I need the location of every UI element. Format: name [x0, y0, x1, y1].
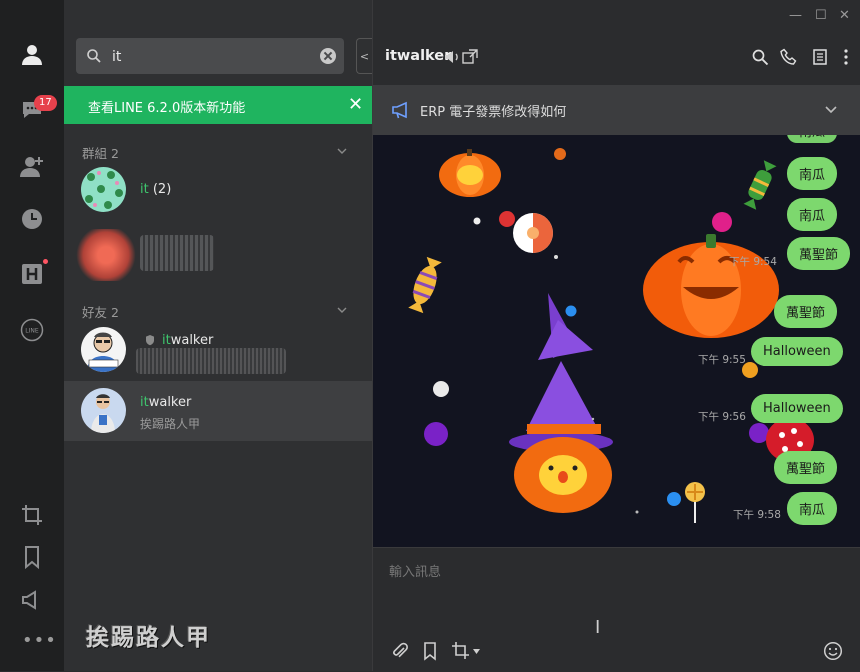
wizard-hat-pumpkin	[509, 293, 613, 513]
search-icon	[87, 49, 101, 63]
more-options-icon[interactable]	[837, 48, 855, 66]
message-bubble[interactable]: 南瓜	[787, 198, 838, 231]
redacted-name	[140, 235, 214, 271]
chat-window: — ☐ ✕ itwalker ERP 電子發票修改得如何 南瓜 南瓜 萬聖節 下…	[372, 0, 860, 672]
screenshot-icon[interactable]	[451, 641, 471, 661]
minimize-button[interactable]: —	[789, 8, 802, 23]
message-bubble[interactable]: 南瓜	[787, 157, 838, 190]
friend-row[interactable]: itwalker	[64, 320, 372, 380]
friend-status-message: 挨踢路人甲	[140, 417, 201, 431]
group-row[interactable]: it (2)	[64, 160, 372, 220]
redacted-avatar	[74, 229, 138, 281]
search-icon[interactable]	[751, 48, 769, 66]
message-bubble[interactable]: 萬聖節	[787, 237, 851, 270]
notification-dot	[43, 259, 48, 264]
pinned-announcement[interactable]: ERP 電子發票修改得如何	[373, 85, 860, 135]
more-icon[interactable]: •••	[22, 630, 57, 651]
search-input[interactable]	[110, 46, 314, 68]
unread-badge: 17	[34, 95, 57, 111]
group-member-count: (2)	[152, 182, 172, 197]
close-icon[interactable]: ✕	[348, 94, 363, 115]
group-row[interactable]	[64, 225, 372, 285]
friend-row[interactable]: itwalker 挨踢路人甲	[64, 381, 372, 441]
watermark-logo: 挨踢路人甲	[86, 625, 211, 651]
message-composer: I	[373, 547, 860, 672]
announcement-icon[interactable]	[16, 584, 48, 616]
shield-icon	[146, 335, 154, 346]
message-bubble[interactable]: 萬聖節	[774, 295, 838, 328]
message-bubble[interactable]: 南瓜	[787, 492, 838, 525]
notes-icon[interactable]	[811, 48, 829, 66]
friend-avatar	[81, 327, 126, 372]
green-candy	[743, 160, 777, 210]
big-pumpkin	[643, 234, 779, 338]
maximize-button[interactable]: ☐	[815, 8, 827, 23]
friend-name: itwalker	[140, 395, 192, 410]
message-bubble[interactable]: Halloween	[751, 394, 843, 423]
wrapped-candy	[408, 256, 442, 314]
close-window-button[interactable]: ✕	[839, 8, 850, 23]
chevron-down-icon[interactable]	[337, 305, 347, 315]
pinned-announcement-text: ERP 電子發票修改得如何	[420, 105, 567, 120]
update-notice-link[interactable]: 查看LINE 6.2.0版本新功能	[88, 97, 245, 116]
friends-icon[interactable]	[16, 38, 48, 70]
swirl-candy	[513, 213, 553, 253]
phone-icon[interactable]	[780, 48, 798, 66]
chat-title: itwalker	[385, 48, 452, 64]
keep-icon[interactable]	[16, 541, 48, 573]
message-timestamp: 下午 9:54	[729, 256, 777, 268]
message-bubble[interactable]: Halloween	[751, 337, 843, 366]
chevron-down-icon[interactable]	[825, 105, 837, 115]
attachment-icon[interactable]	[390, 641, 410, 661]
popout-icon[interactable]	[461, 48, 479, 66]
svg-text:LINE: LINE	[25, 328, 39, 335]
friend-name: itwalker	[162, 333, 214, 348]
megaphone-icon	[392, 101, 407, 119]
message-area[interactable]: 南瓜 南瓜 南瓜 萬聖節 下午 9:54 萬聖節 Halloween 下午 9:…	[373, 135, 860, 547]
message-timestamp: 下午 9:58	[733, 509, 781, 521]
crop-screenshot-icon[interactable]	[16, 499, 48, 531]
message-timestamp: 下午 9:55	[698, 354, 746, 366]
message-input[interactable]	[387, 560, 831, 584]
small-pumpkin	[439, 149, 501, 197]
group-name: it (2)	[140, 182, 172, 197]
lollipop	[685, 482, 705, 523]
message-timestamp: 下午 9:56	[698, 411, 746, 423]
chevron-down-icon[interactable]	[473, 649, 480, 654]
keep-icon[interactable]	[420, 641, 440, 661]
text-cursor-icon: I	[595, 617, 601, 638]
update-notice-banner[interactable]: 查看LINE 6.2.0版本新功能 ✕	[64, 86, 372, 124]
line-today-icon[interactable]: LINE	[16, 314, 48, 346]
redacted-status	[136, 348, 286, 374]
friend-avatar	[81, 388, 126, 433]
speaker-icon[interactable]	[443, 48, 461, 66]
message-bubble[interactable]: 萬聖節	[774, 451, 838, 484]
chevron-down-icon[interactable]	[337, 146, 347, 156]
search-results-panel: < 查看LINE 6.2.0版本新功能 ✕ 群組 2 it (2) 好友 2 i…	[64, 0, 372, 671]
friends-section-label: 好友 2	[82, 305, 119, 320]
nav-rail: 17 LINE •••	[0, 0, 64, 671]
add-friend-icon[interactable]	[16, 150, 48, 182]
group-avatar	[81, 167, 126, 212]
message-bubble[interactable]: 南瓜	[787, 135, 838, 143]
collapse-panel-button[interactable]: <	[356, 38, 372, 74]
emoji-icon[interactable]	[823, 641, 843, 661]
history-icon[interactable]	[16, 203, 48, 235]
clear-search-icon[interactable]	[320, 48, 336, 64]
search-box	[76, 38, 344, 74]
